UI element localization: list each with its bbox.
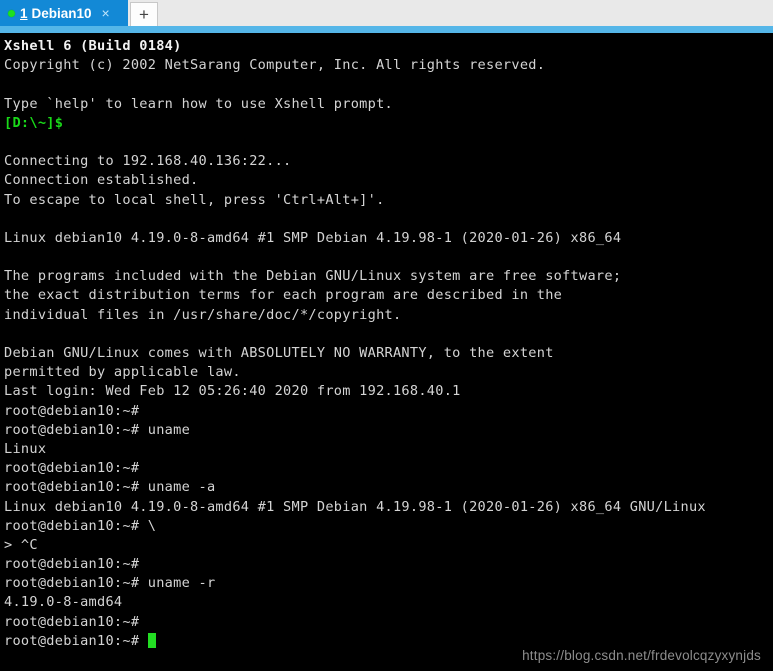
terminal-line <box>4 248 773 267</box>
terminal-line-text: Xshell 6 (Build 0184) <box>4 38 182 54</box>
terminal-line: Connection established. <box>4 171 773 190</box>
terminal-line: To escape to local shell, press 'Ctrl+Al… <box>4 191 773 210</box>
terminal-line-text: root@debian10:~# <box>4 460 140 477</box>
terminal-line: root@debian10:~# uname -r <box>4 574 773 593</box>
terminal-line-text: Linux <box>4 440 47 457</box>
terminal-line-text <box>4 76 12 92</box>
terminal-line: Last login: Wed Feb 12 05:26:40 2020 fro… <box>4 382 773 401</box>
terminal-line: Connecting to 192.168.40.136:22... <box>4 152 773 171</box>
terminal-line: the exact distribution terms for each pr… <box>4 286 773 305</box>
terminal-line-text: Connecting to 192.168.40.136:22... <box>4 153 292 170</box>
terminal-line-text: individual files in /usr/share/doc/*/cop… <box>4 306 402 323</box>
terminal-line: Copyright (c) 2002 NetSarang Computer, I… <box>4 56 773 75</box>
terminal-line-text: root@debian10:~# uname -r <box>4 575 216 592</box>
terminal-line-text <box>4 326 12 342</box>
terminal-line-text: Linux debian10 4.19.0-8-amd64 #1 SMP Deb… <box>4 229 622 246</box>
terminal-line <box>4 133 773 152</box>
terminal-line <box>4 75 773 94</box>
text-cursor <box>147 632 157 648</box>
new-tab-button[interactable]: + <box>130 2 158 26</box>
terminal-lines: Xshell 6 (Build 0184) Copyright (c) 2002 … <box>4 37 773 632</box>
terminal-line: Linux debian10 4.19.0-8-amd64 #1 SMP Deb… <box>4 498 773 517</box>
terminal-line: Debian GNU/Linux comes with ABSOLUTELY N… <box>4 344 773 363</box>
tab-index-label: 1 <box>20 5 28 21</box>
terminal-line: The programs included with the Debian GN… <box>4 267 773 286</box>
terminal-line-text: root@debian10:~# \ <box>4 517 157 534</box>
tab-strip-empty-area <box>158 0 773 26</box>
terminal-line: root@debian10:~# <box>4 555 773 574</box>
terminal-line-text <box>4 249 12 265</box>
terminal-line <box>4 325 773 344</box>
terminal-line: root@debian10:~# uname -a <box>4 478 773 497</box>
terminal-line-text: Debian GNU/Linux comes with ABSOLUTELY N… <box>4 345 554 361</box>
terminal-line-text: root@debian10:~# <box>4 556 140 573</box>
close-icon[interactable]: × <box>102 6 110 20</box>
terminal-line-text: 4.19.0-8-amd64 <box>4 594 123 611</box>
terminal-line-text: The programs included with the Debian GN… <box>4 268 622 285</box>
tab-title-label: Debian10 <box>31 5 92 21</box>
terminal-line-text: > ^C <box>4 536 38 553</box>
terminal-line-text: Last login: Wed Feb 12 05:26:40 2020 fro… <box>4 383 461 400</box>
terminal-line-text: root@debian10:~# <box>4 613 140 630</box>
terminal-line: 4.19.0-8-amd64 <box>4 593 773 612</box>
terminal-line: Linux <box>4 440 773 459</box>
terminal-line-text: Copyright (c) 2002 NetSarang Computer, I… <box>4 57 546 74</box>
terminal-line-text: [D:\~]$ <box>4 114 64 131</box>
terminal-line: root@debian10:~# <box>4 613 773 632</box>
terminal-line: individual files in /usr/share/doc/*/cop… <box>4 306 773 325</box>
terminal-line: > ^C <box>4 536 773 555</box>
watermark-text: https://blog.csdn.net/frdevolcqzyxynjds <box>522 648 761 663</box>
terminal-line-text: Connection established. <box>4 172 199 189</box>
terminal-line: root@debian10:~# uname <box>4 421 773 440</box>
terminal-line-text: root@debian10:~# uname -a <box>4 479 216 496</box>
terminal-line: root@debian10:~# <box>4 459 773 478</box>
terminal-line: root@debian10:~# <box>4 402 773 421</box>
tab-strip-underline-band <box>0 26 773 33</box>
terminal-line-text <box>4 211 12 227</box>
terminal-line-text: To escape to local shell, press 'Ctrl+Al… <box>4 191 385 208</box>
terminal-line: permitted by applicable law. <box>4 363 773 382</box>
tab-debian10[interactable]: 1 Debian10 × <box>0 0 128 26</box>
terminal-line-text <box>4 134 12 150</box>
terminal-line-text: Linux debian10 4.19.0-8-amd64 #1 SMP Deb… <box>4 498 706 515</box>
terminal-line: [D:\~]$ <box>4 114 773 133</box>
terminal-line-text: root@debian10:~# <box>4 402 140 419</box>
connection-status-dot <box>8 9 15 17</box>
terminal-line: Type `help' to learn how to use Xshell p… <box>4 95 773 114</box>
terminal-line-text: permitted by applicable law. <box>4 364 241 381</box>
terminal-line: Linux debian10 4.19.0-8-amd64 #1 SMP Deb… <box>4 229 773 248</box>
terminal-line <box>4 210 773 229</box>
terminal-line-text: the exact distribution terms for each pr… <box>4 287 563 304</box>
terminal-line-text: root@debian10:~# uname <box>4 421 191 438</box>
prompt-text: root@debian10:~# <box>4 632 148 649</box>
terminal-line: Xshell 6 (Build 0184) <box>4 37 773 56</box>
terminal-line-text: Type `help' to learn how to use Xshell p… <box>4 95 393 112</box>
terminal-output-area[interactable]: Xshell 6 (Build 0184) Copyright (c) 2002 … <box>0 33 773 671</box>
tab-strip: 1 Debian10 × + <box>0 0 773 26</box>
terminal-line: root@debian10:~# \ <box>4 517 773 536</box>
